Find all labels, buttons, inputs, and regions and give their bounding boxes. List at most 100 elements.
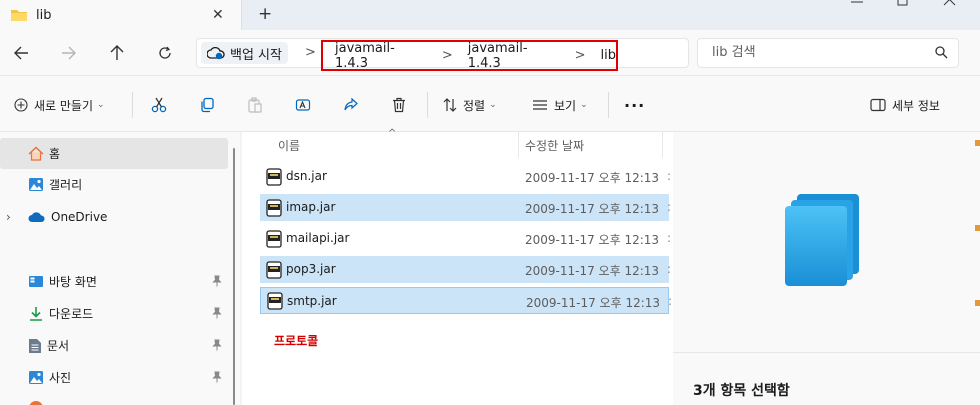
sidebar-item-desktop[interactable]: 바탕 화면 [0, 266, 228, 297]
view-button[interactable]: 보기 ⌄ [532, 94, 588, 116]
sidebar-item-documents[interactable]: 문서 [0, 330, 228, 361]
divider [427, 92, 428, 118]
scissors-icon [151, 97, 167, 113]
folder-icon [11, 10, 27, 21]
sidebar-item-pictures[interactable]: 사진 [0, 362, 228, 393]
sidebar-item-label: 바탕 화면 [49, 275, 97, 289]
close-window-icon[interactable] [943, 0, 957, 8]
cloud-backup-icon [207, 46, 225, 60]
breadcrumb-item-javamail-inner[interactable]: javamail-1.4.3 [468, 41, 560, 71]
file-row-mailapi[interactable]: mailapi.jar 2009-11-17 오후 12:13 : [260, 225, 671, 252]
sidebar-item-downloads[interactable]: 다운로드 [0, 298, 228, 329]
pictures-icon [29, 371, 43, 384]
file-name: smtp.jar [287, 294, 337, 308]
pin-icon[interactable] [212, 339, 222, 351]
divider [608, 92, 609, 118]
file-date: 2009-11-17 오후 12:13 [525, 233, 660, 247]
breadcrumb-item-lib[interactable]: lib [601, 48, 616, 63]
copy-button[interactable] [199, 94, 215, 116]
pin-icon[interactable] [212, 371, 222, 383]
sidebar-item-home[interactable]: 홈 [0, 138, 228, 169]
file-row-dsn[interactable]: dsn.jar 2009-11-17 오후 12:13 : [260, 163, 671, 190]
chevron-down-icon: ⌄ [580, 100, 588, 110]
selection-count: 3개 항목 선택함 [693, 383, 790, 399]
breadcrumb-separator[interactable]: > [575, 48, 586, 63]
sidebar-item-label: 사진 [49, 371, 72, 385]
paste-button[interactable] [247, 94, 263, 116]
rename-icon [295, 99, 311, 111]
back-button[interactable] [10, 42, 32, 64]
gallery-icon [29, 178, 43, 191]
tab-title: lib [36, 7, 52, 23]
file-row-smtp[interactable]: smtp.jar 2009-11-17 오후 12:13 : [260, 287, 672, 314]
sidebar-item-onedrive[interactable]: OneDrive [0, 201, 228, 232]
backup-label: 백업 시작 [230, 47, 282, 63]
share-icon [344, 97, 358, 111]
maximize-icon[interactable] [897, 0, 909, 8]
file-name: dsn.jar [286, 169, 327, 183]
more-options-button[interactable]: ··· [624, 94, 645, 116]
details-pane-icon [870, 98, 886, 112]
details-pane: 3개 항목 선택함 [673, 132, 980, 405]
rename-button[interactable] [295, 94, 311, 116]
edge-mark [975, 140, 980, 146]
file-date: 2009-11-17 오후 12:13 [526, 296, 661, 310]
paste-icon [248, 97, 262, 113]
breadcrumb-highlight-box: javamail-1.4.3 > javamail-1.4.3 > lib [321, 40, 618, 71]
up-button[interactable] [106, 42, 128, 64]
download-icon [30, 307, 42, 321]
multiple-files-icon [785, 194, 859, 286]
delete-button[interactable] [391, 94, 407, 116]
sidebar-item-label: 문서 [47, 339, 70, 353]
file-name: imap.jar [286, 200, 336, 214]
file-date: 2009-11-17 오후 12:13 [525, 264, 660, 278]
command-bar: 새로 만들기 ⌄ 정렬 ⌄ 보기 ⌄ ··· 세부 정보 [0, 76, 980, 132]
trash-icon [393, 97, 405, 113]
backup-button[interactable]: 백업 시작 [201, 42, 288, 64]
sidebar-item-label: 다운로드 [49, 307, 94, 321]
search-box[interactable] [697, 38, 959, 68]
new-tab-button[interactable]: + [258, 4, 272, 24]
breadcrumb-item-javamail[interactable]: javamail-1.4.3 [335, 41, 427, 71]
minimize-icon[interactable] [850, 0, 864, 8]
title-bar: lib ✕ + [0, 0, 980, 30]
address-bar[interactable]: 백업 시작 > javamail-1.4.3 > javamail-1.4.3 … [196, 38, 689, 71]
jar-file-icon [266, 229, 282, 248]
share-button[interactable] [343, 94, 359, 116]
music-icon [29, 401, 43, 405]
new-button[interactable]: 새로 만들기 ⌄ [14, 94, 105, 116]
forward-button[interactable] [58, 42, 80, 64]
column-header-name[interactable]: 이름 [278, 132, 300, 158]
column-divider[interactable] [518, 132, 519, 158]
refresh-button[interactable] [154, 42, 176, 64]
file-date: 2009-11-17 오후 12:13 [525, 171, 660, 185]
sidebar-item-gallery[interactable]: 갤러리 [0, 169, 228, 200]
breadcrumb-separator[interactable]: > [442, 48, 453, 63]
plus-circle-icon [14, 98, 28, 112]
file-row-imap[interactable]: imap.jar 2009-11-17 오후 12:13 : [260, 194, 671, 221]
pin-icon[interactable] [212, 275, 222, 287]
navigation-pane: 홈 갤러리 › OneDrive 바탕 화면 다운로드 문서 사진 [0, 132, 240, 405]
jar-file-icon [266, 198, 282, 217]
sort-label: 정렬 [463, 98, 486, 113]
file-name: pop3.jar [286, 262, 336, 276]
edge-mark [975, 225, 980, 231]
sort-icon [443, 98, 457, 112]
details-button[interactable]: 세부 정보 [870, 94, 940, 116]
search-icon [935, 46, 948, 59]
pin-icon[interactable] [212, 307, 222, 319]
search-input[interactable] [712, 45, 922, 60]
tab-lib[interactable]: lib ✕ [0, 0, 242, 30]
chevron-down-icon: ⌄ [489, 100, 497, 110]
column-header-modified[interactable]: 수정한 날짜 [525, 132, 584, 158]
file-name: mailapi.jar [286, 231, 350, 245]
file-row-pop3[interactable]: pop3.jar 2009-11-17 오후 12:13 : [260, 256, 671, 283]
chevron-down-icon: ⌄ [97, 100, 105, 110]
close-tab-button[interactable]: ✕ [212, 7, 224, 23]
cut-button[interactable] [151, 94, 167, 116]
column-divider[interactable] [662, 132, 663, 158]
home-icon [28, 146, 44, 161]
sidebar-scrollbar[interactable] [233, 148, 235, 405]
arrow-up-icon [110, 45, 124, 60]
sort-button[interactable]: 정렬 ⌄ [443, 94, 497, 116]
